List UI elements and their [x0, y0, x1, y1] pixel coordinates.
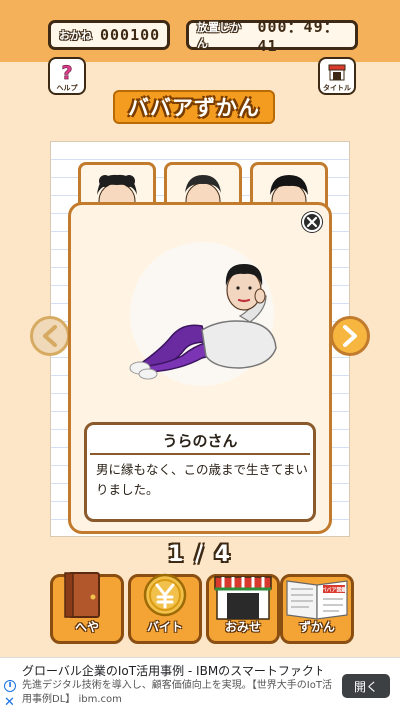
nav-room-button[interactable]: へや: [50, 572, 124, 644]
title-button[interactable]: タイトル: [318, 57, 356, 95]
next-page-button[interactable]: [330, 316, 370, 356]
ad-headline[interactable]: グローバル企業のIoT活用事例 - IBMのスマートファクトリー: [22, 662, 322, 679]
door-icon: [64, 572, 100, 618]
chevron-left-icon: [43, 325, 57, 347]
nav-shop-label: おみせ: [224, 620, 261, 634]
character-description: 男に縁もなく、この歳まで生きてまいりました。: [96, 462, 308, 497]
money-value: 000100: [100, 26, 161, 44]
idle-time-value: 000：49：41: [257, 17, 340, 55]
chevron-right-icon: [343, 325, 357, 347]
nav-shop-button[interactable]: おみせ: [206, 574, 280, 644]
ad-close-icon[interactable]: ✕: [4, 696, 15, 709]
close-icon: [306, 216, 318, 228]
book-cover-text: ババア図鑑: [321, 587, 346, 594]
book-icon: ババア図鑑: [286, 580, 348, 620]
close-button[interactable]: [302, 212, 322, 232]
help-label: ヘルプ: [56, 84, 78, 92]
character-illustration: [129, 242, 277, 386]
house-icon: [328, 64, 346, 81]
character-name: うらのさん: [162, 432, 238, 450]
name-divider: [90, 453, 310, 455]
money-label: おかね: [59, 29, 92, 42]
yen-coin-icon: [143, 573, 187, 617]
nav-encyclopedia-button[interactable]: ババア図鑑 ずかん: [280, 574, 354, 644]
ad-body[interactable]: 先進デジタル技術を導入し、顧客価値向上を実現。【世界大手のIoT活用事例DL】 …: [22, 679, 338, 707]
nav-room-label: へや: [74, 620, 99, 634]
idle-time-label: 放置じかん: [197, 21, 241, 50]
money-counter: おかね 000100: [48, 20, 170, 50]
nav-encyclopedia-label: ずかん: [298, 620, 335, 634]
help-button[interactable]: ? ヘルプ: [48, 57, 86, 95]
ad-open-button[interactable]: 開く: [342, 674, 390, 698]
page-counter: 1 / 4: [168, 542, 232, 567]
page-title: ババアずかん: [128, 96, 260, 120]
title-label: タイトル: [323, 84, 351, 92]
question-icon: ?: [61, 62, 73, 82]
idle-time-counter: 放置じかん 000：49：41: [186, 18, 358, 55]
page-title-banner: ババアずかん: [113, 90, 275, 124]
svg-text:?: ?: [61, 62, 72, 82]
previous-page-button[interactable]: [30, 316, 70, 356]
nav-job-label: バイト: [146, 620, 183, 634]
nav-job-button[interactable]: バイト: [128, 573, 202, 644]
ad-banner[interactable]: i ✕ グローバル企業のIoT活用事例 - IBMのスマートファクトリー 先進デ…: [0, 657, 400, 711]
shop-icon: [214, 576, 272, 620]
ad-info-icon[interactable]: i: [4, 680, 16, 692]
